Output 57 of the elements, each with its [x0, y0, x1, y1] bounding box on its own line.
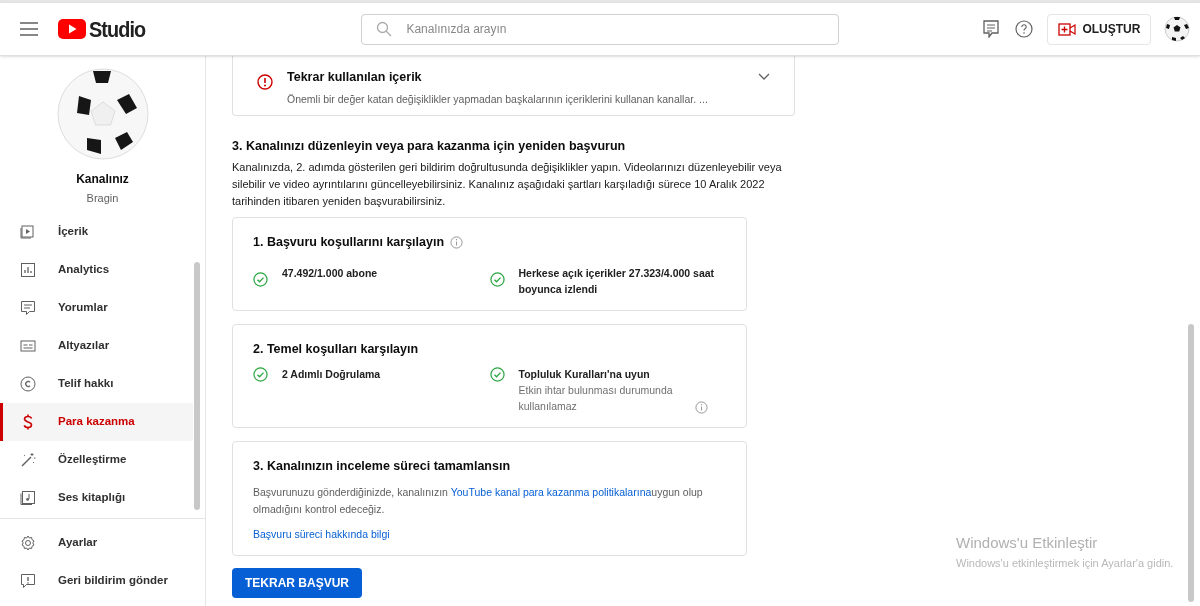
- apply-button[interactable]: TEKRAR BAŞVUR: [232, 568, 362, 599]
- card-title: 2. Temel koşulları karşılayın: [253, 340, 419, 358]
- info-icon[interactable]: [694, 401, 708, 415]
- channel-handle: Bragin: [86, 191, 119, 206]
- sidebar-item[interactable]: Analytics: [0, 250, 193, 289]
- issue-title: Tekrar kullanılan içerik: [287, 69, 423, 86]
- search-icon: [376, 21, 393, 37]
- magic-wand-icon: [20, 451, 36, 468]
- logo-text: Studio: [89, 15, 146, 44]
- video-icon: [20, 223, 36, 240]
- video-plus-icon: [1058, 22, 1077, 36]
- comment-icon: [20, 299, 36, 316]
- selected-indicator: [0, 402, 3, 441]
- play-logo-icon: [58, 19, 86, 39]
- info-icon[interactable]: [450, 235, 464, 249]
- sidebar-item[interactable]: İçerik: [0, 212, 193, 251]
- section-title: 3. Kanalınızı düzenleyin veya para kazanma için yeniden başvurun: [232, 138, 627, 155]
- create-button[interactable]: OLUŞTUR: [1047, 13, 1152, 45]
- settings-icon: [20, 534, 36, 551]
- sidebar-item[interactable]: Telif hakkı: [0, 364, 193, 403]
- sidebar-item[interactable]: Yorumlar: [0, 288, 193, 327]
- sidebar-item[interactable]: Ayarlar: [0, 523, 193, 562]
- music-note-icon: [20, 489, 36, 506]
- help-icon[interactable]: [1015, 20, 1034, 38]
- avatar-ball-icon[interactable]: [1164, 16, 1191, 42]
- section-description: Kanalınızda, 2. adımda gösterilen geri bildirim doğrultusunda değişiklikler yapın. Videolarınızı düzenleyebilir veya silebilir ve video ayrıntılarını güncelleyebilirsiniz. Kanalınız aşağıdaki şartları karşıladığı sürece 10 Aralık 2022 tarihinden itibaren yeniden başvurabilirsiniz.: [232, 159, 783, 209]
- page-scrollbar[interactable]: [1188, 324, 1194, 602]
- bar-chart-icon: [20, 261, 36, 278]
- policy-link[interactable]: YouTube kanal para kazanma politikalarına: [450, 486, 652, 498]
- search-field[interactable]: Kanalınızda arayın: [361, 13, 840, 45]
- sidebar-item[interactable]: Altyazılar: [0, 326, 193, 365]
- sidebar-scrollbar[interactable]: [194, 262, 200, 510]
- card-title: 3. Kanalınızın inceleme süreci tamamlansın: [253, 458, 512, 476]
- requirement-text: 2 Adımlı Doğrulama: [282, 367, 381, 383]
- feedback-icon: [20, 572, 36, 589]
- menu-icon[interactable]: [20, 22, 38, 36]
- card-title: 1. Başvuru koşullarını karşılayın: [253, 233, 445, 251]
- feedback-icon[interactable]: [983, 20, 1000, 38]
- chevron-icon[interactable]: [758, 73, 770, 81]
- sidebar-item[interactable]: Geri bildirim gönder: [0, 561, 193, 600]
- activation-title: Windows'u Etkinleştir: [956, 533, 1099, 553]
- sidebar-item[interactable]: Para kazanma: [0, 402, 193, 441]
- sidebar-item[interactable]: Özelleştirme: [0, 440, 193, 479]
- requirement-text: Herkese açık içerikler 27.323/4.000 saat boyunca izlendi: [518, 265, 716, 297]
- requirement-text: 47.492/1.000 abone: [282, 265, 378, 281]
- subtitles-icon: [20, 337, 36, 354]
- copyright-icon: [20, 375, 36, 392]
- review-text: Başvurunuzu gönderdiğinizde, kanalınızın YouTube kanal para kazanma politikalarınauygun olup olmadığını kontrol edeceğiz.: [253, 485, 704, 517]
- alert-icon: [257, 74, 273, 90]
- activation-subtitle: Windows'u etkinleştirmek için Ayarlar'a gidin.: [956, 555, 1174, 571]
- info-link[interactable]: Başvuru süreci hakkında bilgi: [253, 527, 390, 543]
- requirement-note: Etkin ihtar bulunması durumunda kullanılamaz: [518, 383, 674, 415]
- sidebar-item[interactable]: Ses kitaplığı: [0, 478, 193, 517]
- channel-name: Kanalınız: [76, 171, 129, 188]
- search-input[interactable]: Kanalınızda arayın: [406, 20, 839, 38]
- requirement-text: Topluluk Kuralları'na uyun: [518, 367, 651, 383]
- issue-description: Önemli bir değer katan değişiklikler yapmadan başkalarının içeriklerini kullanan kanallar. ...: [287, 91, 709, 107]
